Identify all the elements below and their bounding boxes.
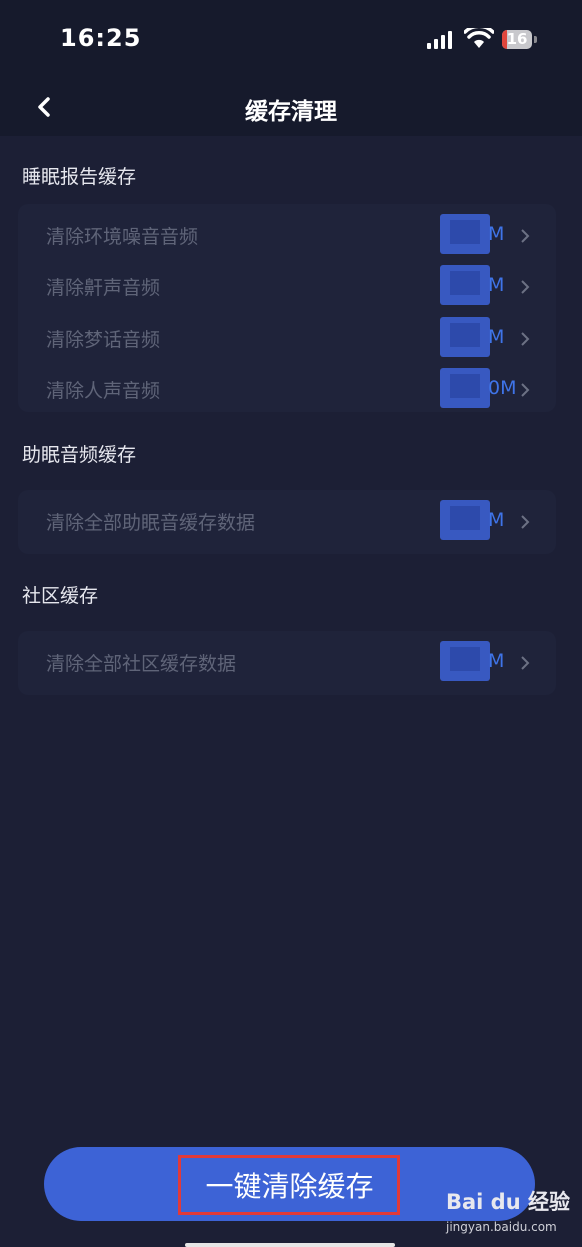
status-time: 16:25 (60, 24, 142, 52)
redacted-blur (440, 214, 490, 254)
status-bar: 16:25 16 (0, 0, 582, 80)
list-item[interactable]: 清除鼾声音频 M (18, 261, 556, 313)
section-title-community: 社区缓存 (22, 585, 99, 607)
watermark-brand: Bai du 经验 (446, 1190, 570, 1214)
row-label: 清除全部社区缓存数据 (46, 653, 237, 675)
row-size: 0M (488, 377, 517, 399)
chevron-right-icon (521, 515, 530, 529)
list-item[interactable]: 清除人声音频 0M (18, 364, 556, 416)
card-sleep-report: 清除环境噪音音频 M 清除鼾声音频 M 清除梦话音频 M 清除人声音频 0M (18, 204, 556, 412)
row-size: M (488, 650, 505, 672)
row-label: 清除人声音频 (46, 380, 161, 402)
redacted-blur (440, 500, 490, 540)
chevron-right-icon (521, 656, 530, 670)
row-size: M (488, 274, 505, 296)
section-title-sleep-report: 睡眠报告缓存 (22, 166, 137, 188)
signal-icon (427, 31, 452, 49)
list-item[interactable]: 清除梦话音频 M (18, 313, 556, 365)
row-label: 清除全部助眠音缓存数据 (46, 512, 256, 534)
list-item[interactable]: 清除全部助眠音缓存数据 M (18, 496, 556, 548)
row-label: 清除鼾声音频 (46, 277, 161, 299)
row-size: M (488, 509, 505, 531)
home-indicator (185, 1243, 395, 1247)
baidu-jingyan-watermark: Bai du 经验 jingyan.baidu.com (446, 1186, 580, 1242)
card-sleep-audio: 清除全部助眠音缓存数据 M (18, 490, 556, 554)
redacted-blur (440, 317, 490, 357)
chevron-right-icon (521, 332, 530, 346)
nav-bar: 缓存清理 (0, 80, 582, 136)
battery-icon: 16 (502, 30, 538, 51)
row-label: 清除环境噪音音频 (46, 226, 199, 248)
list-item[interactable]: 清除环境噪音音频 M (18, 210, 556, 262)
row-size: M (488, 326, 505, 348)
watermark-url: jingyan.baidu.com (446, 1220, 557, 1234)
battery-level: 16 (506, 30, 528, 48)
list-item[interactable]: 清除全部社区缓存数据 M (18, 637, 556, 689)
row-size: M (488, 223, 505, 245)
highlight-annotation-box (178, 1155, 400, 1215)
chevron-right-icon (521, 229, 530, 243)
section-title-sleep-audio: 助眠音频缓存 (22, 444, 137, 466)
wifi-icon (464, 28, 494, 48)
chevron-right-icon (521, 383, 530, 397)
row-label: 清除梦话音频 (46, 329, 161, 351)
page-title: 缓存清理 (245, 99, 337, 125)
redacted-blur (440, 265, 490, 305)
redacted-blur (440, 368, 490, 408)
redacted-blur (440, 641, 490, 681)
card-community: 清除全部社区缓存数据 M (18, 631, 556, 695)
chevron-right-icon (521, 280, 530, 294)
